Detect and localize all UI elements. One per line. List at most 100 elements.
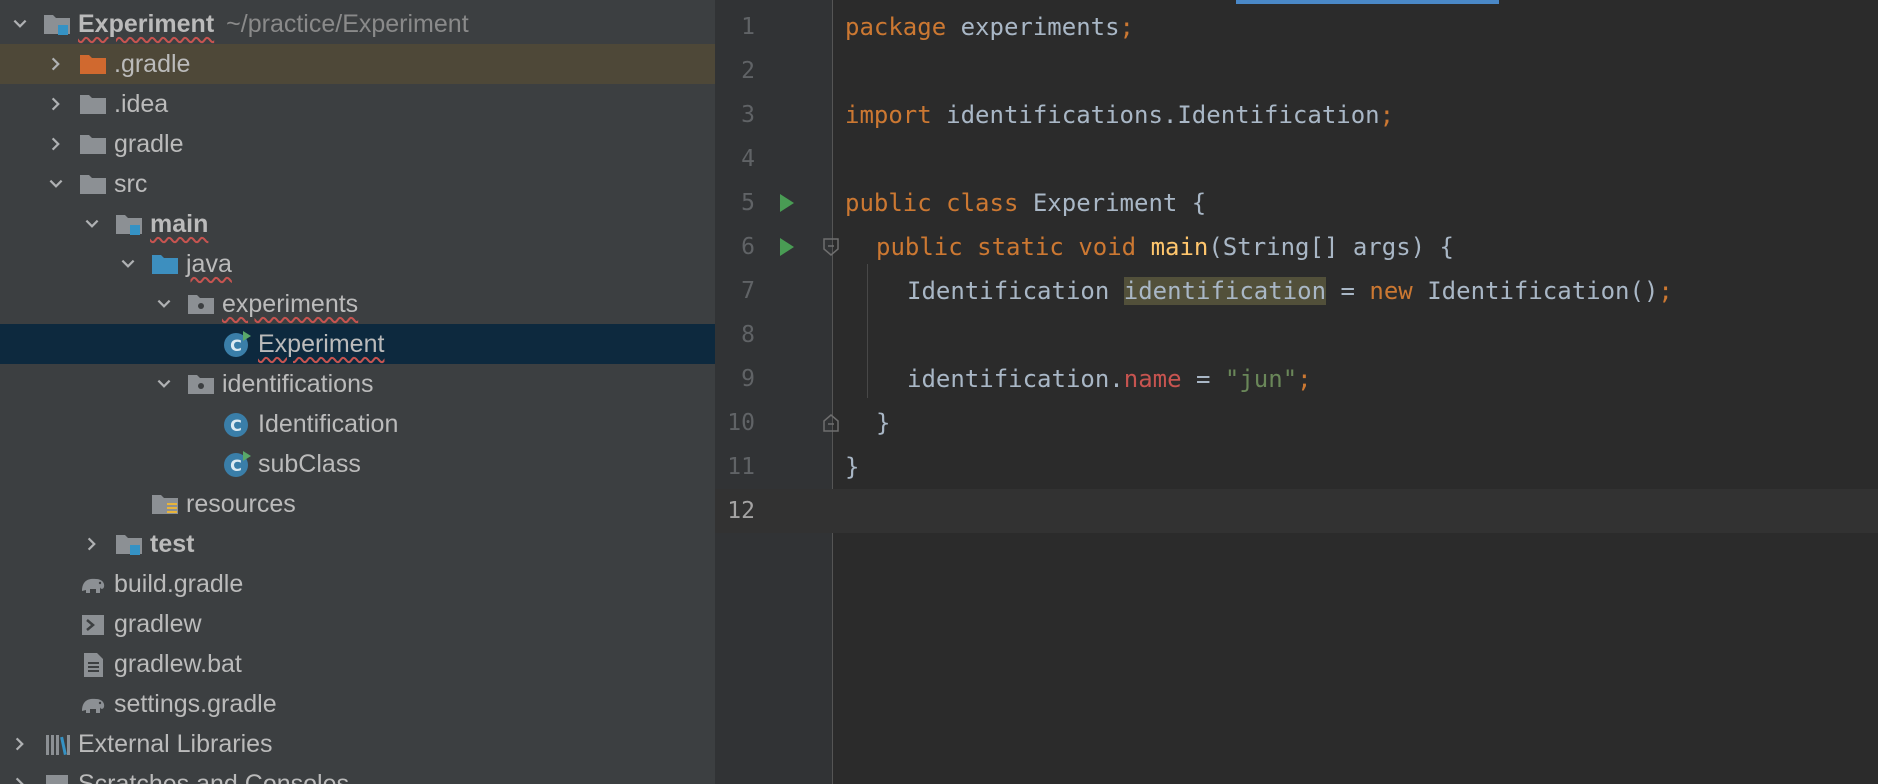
code-line[interactable]: 10 }	[715, 401, 1878, 445]
package-icon	[186, 289, 216, 319]
chevron-right-icon[interactable]	[8, 764, 32, 784]
excluded-folder-icon	[78, 49, 108, 79]
resources-folder-icon	[150, 489, 180, 519]
chevron-right-icon[interactable]	[44, 84, 68, 124]
chevron-down-icon[interactable]	[152, 284, 176, 324]
line-number: 5	[741, 190, 755, 216]
tree-item-subclass[interactable]: C subClass	[0, 444, 715, 484]
chevron-right-icon[interactable]	[80, 524, 104, 564]
code-text: Identification identification = new Iden…	[907, 277, 1673, 305]
tree-item-label: gradle	[114, 129, 184, 158]
tree-item-settings-gradle[interactable]: settings.gradle	[0, 684, 715, 724]
tree-item-java[interactable]: java	[0, 244, 715, 284]
chevron-down-icon[interactable]	[44, 164, 68, 204]
tree-item-external-libraries[interactable]: External Libraries	[0, 724, 715, 764]
chevron-right-icon[interactable]	[8, 724, 32, 764]
folder-icon	[78, 129, 108, 159]
tree-item-label: Identification	[258, 409, 399, 438]
tree-item-resources[interactable]: resources	[0, 484, 715, 524]
code-line[interactable]: 4	[715, 137, 1878, 181]
code-text: import identifications.Identification;	[845, 101, 1395, 129]
package-icon	[186, 369, 216, 399]
run-method-icon[interactable]	[779, 237, 795, 257]
tree-item-experiment-class[interactable]: C Experiment	[0, 324, 715, 364]
code-line[interactable]: 6 public static void main(String[] args)…	[715, 225, 1878, 269]
tree-item-label: main	[150, 209, 209, 238]
chevron-down-icon[interactable]	[80, 204, 104, 244]
code-line[interactable]: 9 identification.name = "jun";	[715, 357, 1878, 401]
tree-item-label: settings.gradle	[114, 689, 277, 718]
tree-item-gradle[interactable]: gradle	[0, 124, 715, 164]
tree-root-path: ~/practice/Experiment	[226, 9, 469, 38]
tree-item-gradlew-bat[interactable]: gradlew.bat	[0, 644, 715, 684]
code-text: package experiments;	[845, 13, 1134, 41]
chevron-down-icon[interactable]	[116, 244, 140, 284]
chevron-right-icon[interactable]	[44, 124, 68, 164]
tree-item-label: experiments	[222, 289, 359, 318]
tree-item-src[interactable]: src	[0, 164, 715, 204]
line-number: 9	[741, 366, 755, 392]
line-number: 7	[741, 278, 755, 304]
active-tab-indicator	[1236, 0, 1499, 4]
code-line[interactable]: 3 import identifications.Identification;	[715, 93, 1878, 137]
code-text: public class Experiment {	[845, 189, 1207, 217]
chevron-right-icon[interactable]	[44, 44, 68, 84]
tree-item-identifications[interactable]: identifications	[0, 364, 715, 404]
tree-item-label: src	[114, 169, 148, 198]
svg-text:C: C	[230, 336, 242, 355]
code-editor[interactable]: 1 package experiments; 2 3 import identi…	[715, 0, 1878, 784]
module-folder-icon	[42, 9, 72, 39]
code-text: public static void main(String[] args) {	[876, 233, 1454, 261]
line-number: 6	[741, 234, 755, 260]
code-line[interactable]: 5 public class Experiment {	[715, 181, 1878, 225]
tree-item-label: gradlew	[114, 609, 202, 638]
highlighted-occurrence: identification	[1123, 277, 1327, 305]
module-folder-icon	[114, 209, 144, 239]
code-line-current[interactable]: 12	[715, 489, 1878, 533]
code-line[interactable]: 8	[715, 313, 1878, 357]
tree-item-label: subClass	[258, 449, 361, 478]
ide-window: Experiment ~/practice/Experiment .gradle…	[0, 0, 1878, 784]
fold-collapse-icon[interactable]	[823, 238, 839, 256]
line-number: 12	[727, 498, 755, 524]
code-text: }	[845, 453, 860, 481]
code-line[interactable]: 7 Identification identification = new Id…	[715, 269, 1878, 313]
tree-item-experiments[interactable]: experiments	[0, 284, 715, 324]
tree-item-build-gradle[interactable]: build.gradle	[0, 564, 715, 604]
code-line[interactable]: 11 }	[715, 445, 1878, 489]
source-folder-icon	[150, 249, 180, 279]
fold-end-icon[interactable]	[823, 414, 839, 432]
runnable-class-icon: C	[222, 449, 252, 479]
folder-icon	[78, 89, 108, 119]
module-folder-icon	[114, 529, 144, 559]
tree-item-label: .gradle	[114, 49, 191, 78]
line-number: 8	[741, 322, 755, 348]
line-number: 4	[741, 146, 755, 172]
chevron-down-icon[interactable]	[8, 4, 32, 44]
text-file-icon	[78, 649, 108, 679]
line-number: 3	[741, 102, 755, 128]
libraries-icon	[42, 729, 72, 759]
line-number: 2	[741, 58, 755, 84]
chevron-down-icon[interactable]	[152, 364, 176, 404]
tree-item-test[interactable]: test	[0, 524, 715, 564]
tree-root-experiment[interactable]: Experiment ~/practice/Experiment	[0, 4, 715, 44]
code-line[interactable]: 2	[715, 49, 1878, 93]
project-tree-panel[interactable]: Experiment ~/practice/Experiment .gradle…	[0, 0, 715, 784]
tree-item-dot-gradle[interactable]: .gradle	[0, 44, 715, 84]
runnable-class-icon: C	[222, 329, 252, 359]
folder-icon	[78, 169, 108, 199]
tree-item-label: build.gradle	[114, 569, 244, 598]
run-class-icon[interactable]	[779, 193, 795, 213]
tree-item-gradlew[interactable]: gradlew	[0, 604, 715, 644]
gradle-elephant-icon	[78, 689, 108, 719]
line-number: 10	[727, 410, 755, 436]
tree-item-scratches-and-consoles[interactable]: Scratches and Consoles	[0, 764, 715, 784]
line-number: 11	[727, 454, 755, 480]
tree-item-identification-class[interactable]: C Identification	[0, 404, 715, 444]
tree-item-main[interactable]: main	[0, 204, 715, 244]
tree-item-label: .idea	[114, 89, 169, 118]
tree-item-dot-idea[interactable]: .idea	[0, 84, 715, 124]
line-number: 1	[741, 14, 755, 40]
code-line[interactable]: 1 package experiments;	[715, 5, 1878, 49]
